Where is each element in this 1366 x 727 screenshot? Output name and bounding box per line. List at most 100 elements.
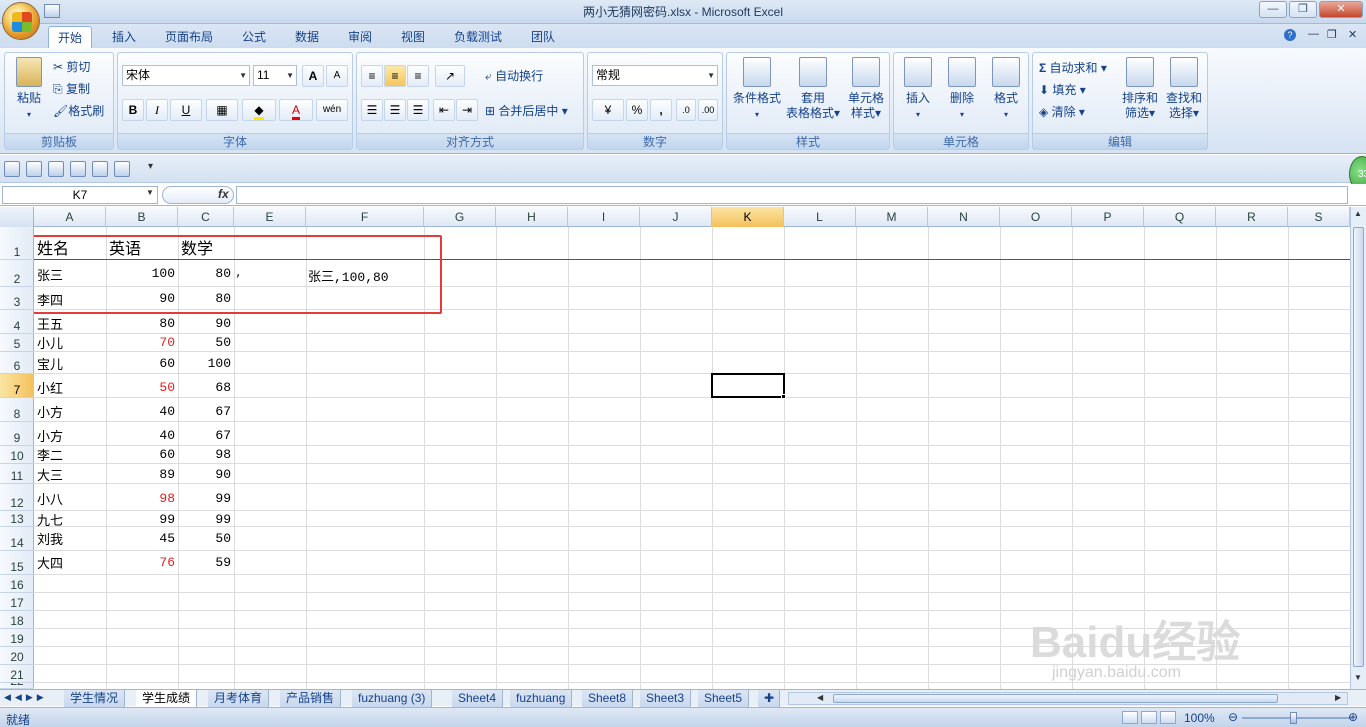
currency-button[interactable]: ¥ [592, 99, 624, 121]
paste-button[interactable]: 粘贴 ▾ [9, 57, 49, 133]
tab-insert[interactable]: 插入 [103, 26, 145, 48]
page-layout-view-icon[interactable] [1141, 711, 1157, 724]
tab-home[interactable]: 开始 [48, 26, 93, 49]
cell-a7[interactable]: 小红 [37, 378, 63, 397]
column-header-r[interactable]: R [1216, 207, 1288, 227]
row-header[interactable]: 19 [0, 629, 34, 647]
cell-b5[interactable]: 70 [106, 335, 175, 350]
column-header-o[interactable]: O [1000, 207, 1072, 227]
workbook-close-icon[interactable]: ✕ [1348, 28, 1357, 41]
copy-button[interactable]: ⎘ 复制 [53, 80, 90, 97]
tab-view[interactable]: 视图 [392, 26, 434, 48]
cell-a10[interactable]: 李二 [37, 445, 63, 464]
fill-handle[interactable] [781, 394, 786, 399]
cell-b15[interactable]: 76 [106, 555, 175, 570]
sheet-nav-arrows-icon[interactable]: ◀◀▶▶ [4, 692, 48, 703]
row-header[interactable]: 1 [0, 227, 34, 260]
sheet-tab-active[interactable]: 学生成绩 [136, 690, 198, 707]
maximize-button[interactable]: ❐ [1289, 1, 1317, 18]
cell-c11[interactable]: 90 [178, 467, 231, 482]
borders-button[interactable]: ▦ [206, 99, 238, 121]
scroll-down-icon[interactable]: ▼ [1354, 673, 1362, 682]
page-setup-icon[interactable] [92, 161, 108, 177]
cell-b14[interactable]: 45 [106, 531, 175, 546]
increase-indent-button[interactable]: ⇥ [456, 99, 478, 121]
cell-b10[interactable]: 60 [106, 447, 175, 462]
sheet-tab[interactable]: Sheet3 [640, 690, 692, 707]
sheet-tab[interactable]: Sheet5 [698, 690, 750, 707]
italic-button[interactable]: I [146, 99, 168, 121]
vertical-scroll-thumb[interactable] [1353, 227, 1364, 667]
sheet-tab[interactable]: 产品销售 [280, 690, 342, 707]
cell-c13[interactable]: 99 [178, 512, 231, 527]
row-header[interactable]: 20 [0, 647, 34, 665]
font-color-button[interactable]: A [279, 99, 313, 121]
cell-b6[interactable]: 60 [106, 356, 175, 371]
column-header-j[interactable]: J [640, 207, 712, 227]
row-header[interactable]: 11 [0, 464, 34, 484]
format-cells-button[interactable]: 格式 ▾ [984, 57, 1028, 122]
cell-c10[interactable]: 98 [178, 447, 231, 462]
autosum-button[interactable]: Σ 自动求和 ▾ [1039, 59, 1107, 76]
sheet-tab[interactable]: Sheet4 [452, 690, 504, 707]
row-header[interactable]: 15 [0, 551, 34, 575]
zoom-in-icon[interactable]: ⊕ [1348, 710, 1358, 724]
sort-filter-button[interactable]: 排序和 筛选▾ [1119, 57, 1161, 121]
column-header-n[interactable]: N [928, 207, 1000, 227]
column-header-c[interactable]: C [178, 207, 234, 227]
bold-button[interactable]: B [122, 99, 144, 121]
decrease-indent-button[interactable]: ⇤ [433, 99, 455, 121]
grow-font-button[interactable]: A [302, 65, 324, 87]
name-box-dropdown-icon[interactable]: ▼ [146, 188, 154, 197]
row-header[interactable]: 16 [0, 575, 34, 593]
save-icon[interactable] [4, 161, 20, 177]
sheet-tab[interactable]: fuzhuang (3) [352, 690, 433, 707]
column-header-i[interactable]: I [568, 207, 640, 227]
close-button[interactable]: ✕ [1319, 1, 1363, 18]
cell-c7[interactable]: 68 [178, 380, 231, 395]
column-header-l[interactable]: L [784, 207, 856, 227]
column-header-k[interactable]: K [712, 207, 784, 227]
insert-sheet-icon[interactable]: ✚ [758, 690, 780, 707]
find-select-button[interactable]: 查找和 选择▾ [1161, 57, 1207, 121]
row-header[interactable]: 8 [0, 398, 34, 422]
cell-c12[interactable]: 99 [178, 491, 231, 506]
cell-c6[interactable]: 100 [178, 356, 231, 371]
align-middle-button[interactable]: ≡ [384, 65, 406, 87]
row-header[interactable]: 10 [0, 446, 34, 464]
cell-a9[interactable]: 小方 [37, 426, 63, 445]
align-bottom-button[interactable]: ≡ [407, 65, 429, 87]
name-box[interactable]: K7 [2, 186, 158, 204]
zoom-level[interactable]: 100% [1184, 711, 1215, 725]
customize-qat-icon[interactable]: ▾ [148, 161, 153, 172]
cell-b7[interactable]: 50 [106, 380, 175, 395]
borders-qat-icon[interactable] [114, 161, 130, 177]
increase-decimal-button[interactable]: .0 [676, 99, 696, 121]
row-header[interactable]: 9 [0, 422, 34, 446]
column-header-f[interactable]: F [306, 207, 424, 227]
scroll-right-icon[interactable]: ▶ [1335, 693, 1341, 702]
page-break-view-icon[interactable] [1160, 711, 1176, 724]
office-button[interactable] [2, 2, 40, 40]
horizontal-scrollbar[interactable]: ◀ ▶ [788, 692, 1348, 705]
insert-cells-button[interactable]: 插入 ▾ [896, 57, 940, 122]
selected-cell-k7[interactable] [711, 373, 785, 398]
tab-load-test[interactable]: 负载测试 [445, 26, 511, 48]
cell-b4[interactable]: 80 [106, 316, 175, 331]
tab-review[interactable]: 审阅 [339, 26, 381, 48]
open-icon[interactable] [26, 161, 42, 177]
zoom-slider-track[interactable] [1242, 717, 1352, 719]
vertical-scrollbar[interactable]: ▲ ▼ [1350, 207, 1366, 689]
row-header[interactable]: 17 [0, 593, 34, 611]
conditional-format-button[interactable]: 条件格式 ▾ [729, 57, 785, 122]
align-left-button[interactable]: ☰ [361, 99, 383, 121]
row-header[interactable]: 13 [0, 511, 34, 527]
cell-b11[interactable]: 89 [106, 467, 175, 482]
cell-b13[interactable]: 99 [106, 512, 175, 527]
sheet-tab[interactable]: 学生情况 [64, 690, 126, 707]
cell-c8[interactable]: 67 [178, 404, 231, 419]
column-header-g[interactable]: G [424, 207, 496, 227]
cell-c14[interactable]: 50 [178, 531, 231, 546]
column-header-a[interactable]: A [34, 207, 106, 227]
phonetic-button[interactable]: wén [316, 99, 348, 121]
